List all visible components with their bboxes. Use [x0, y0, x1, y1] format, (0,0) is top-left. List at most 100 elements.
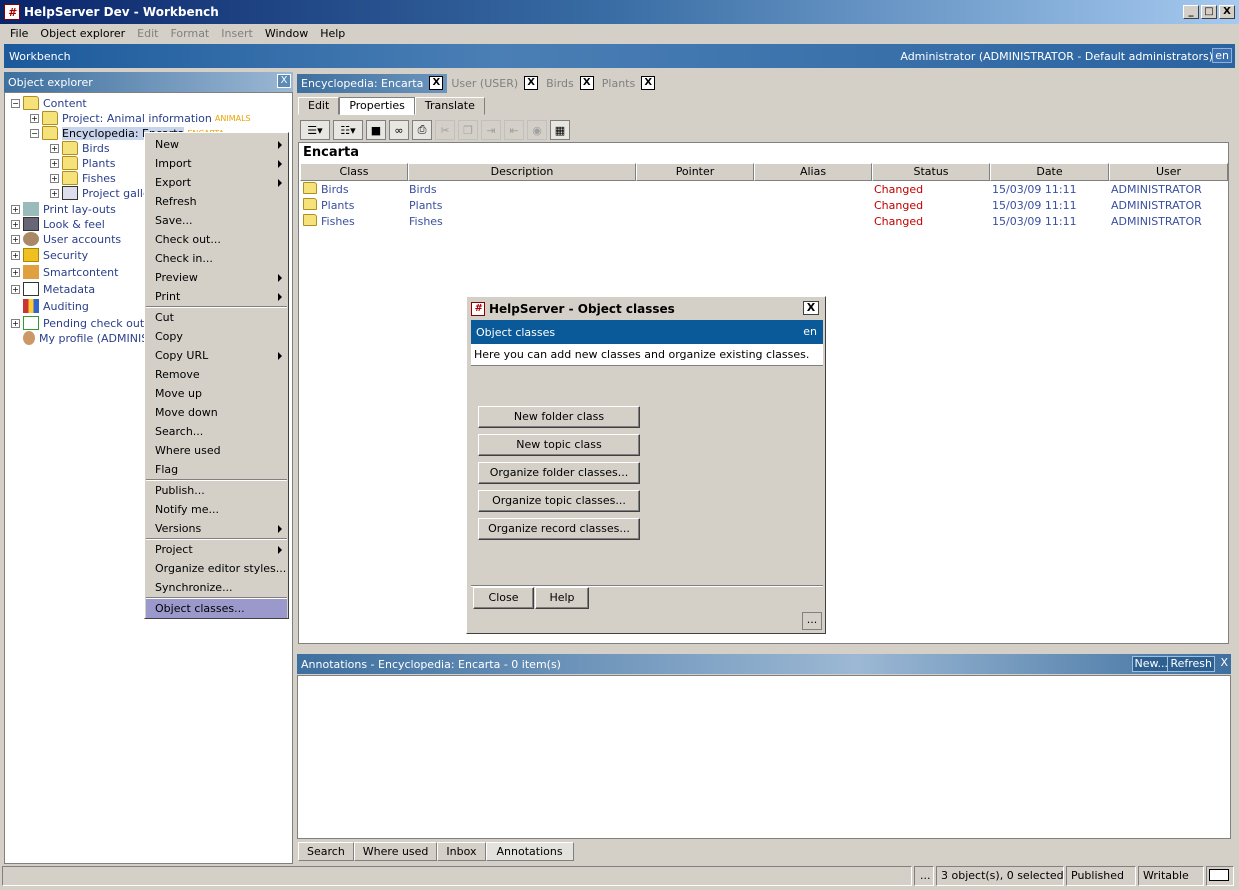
- tree-item-fishes[interactable]: + Fishes: [50, 171, 116, 185]
- menu-item-copy-url[interactable]: Copy URL: [146, 346, 287, 365]
- tree-item-project[interactable]: + Project: Animal information ANIMALS: [30, 111, 251, 125]
- tab-annotations[interactable]: Annotations: [485, 842, 574, 861]
- close-explorer-button[interactable]: X: [277, 74, 291, 88]
- menu-item-synchronize[interactable]: Synchronize...: [146, 578, 287, 597]
- tab-search[interactable]: Search: [298, 842, 354, 861]
- tab-inbox[interactable]: Inbox: [437, 842, 486, 861]
- expand-icon[interactable]: +: [50, 188, 59, 198]
- menu-item-project[interactable]: Project: [146, 540, 287, 559]
- new-folder-class-button[interactable]: New folder class: [478, 406, 640, 428]
- dialog-more-button[interactable]: ...: [802, 612, 822, 630]
- annotation-refresh-button[interactable]: Refresh: [1167, 656, 1215, 672]
- expand-icon[interactable]: +: [11, 267, 20, 277]
- menu-item-preview[interactable]: Preview: [146, 268, 287, 287]
- tree-item-metadata[interactable]: + Metadata: [11, 282, 95, 296]
- tab-properties[interactable]: Properties: [339, 97, 415, 115]
- tree-item-user-accounts[interactable]: + User accounts: [11, 232, 121, 246]
- tree-item-content[interactable]: − Content: [11, 96, 87, 110]
- menu-item-new[interactable]: New: [146, 135, 287, 154]
- dialog-title-bar[interactable]: # HelpServer - Object classes X: [469, 299, 823, 319]
- expand-icon[interactable]: +: [11, 318, 20, 328]
- menu-item-check-out[interactable]: Check out...: [146, 230, 287, 249]
- menu-item-where-used[interactable]: Where used: [146, 441, 287, 460]
- window-title-bar[interactable]: # HelpServer Dev - Workbench _ □ X: [0, 0, 1239, 24]
- doc-tab-plants[interactable]: Plants X: [598, 74, 659, 93]
- col-class[interactable]: Class: [300, 163, 408, 181]
- doc-tab-encyclopedia[interactable]: Encyclopedia: Encarta X: [297, 73, 448, 93]
- tree-item-auditing[interactable]: Auditing: [23, 299, 89, 313]
- language-button[interactable]: en: [1212, 48, 1232, 63]
- expand-icon[interactable]: +: [11, 219, 20, 229]
- col-user[interactable]: User: [1109, 163, 1228, 181]
- doc-tab-birds[interactable]: Birds X: [542, 74, 598, 93]
- menu-item-refresh[interactable]: Refresh: [146, 192, 287, 211]
- grid-icon[interactable]: ▦: [550, 120, 570, 140]
- expand-icon[interactable]: +: [50, 143, 59, 153]
- new-item-dropdown-icon[interactable]: ☰▾: [300, 120, 330, 140]
- maximize-button[interactable]: □: [1201, 5, 1217, 19]
- menu-item-publish[interactable]: Publish...: [146, 481, 287, 500]
- tab-edit[interactable]: Edit: [298, 97, 340, 115]
- table-row[interactable]: Birds Birds Changed 15/03/09 11:11 ADMIN…: [300, 181, 1228, 197]
- menu-object-explorer[interactable]: Object explorer: [34, 27, 131, 40]
- close-tab-icon[interactable]: X: [579, 76, 594, 90]
- menu-item-object-classes[interactable]: Object classes...: [146, 599, 287, 618]
- expand-icon[interactable]: +: [11, 284, 20, 294]
- expand-icon[interactable]: +: [50, 173, 59, 183]
- menu-window[interactable]: Window: [259, 27, 314, 40]
- close-tab-icon[interactable]: X: [524, 76, 539, 90]
- dialog-help-button[interactable]: Help: [535, 587, 589, 609]
- organize-folder-classes-button[interactable]: Organize folder classes...: [478, 462, 640, 484]
- menu-item-flag[interactable]: Flag: [146, 460, 287, 479]
- tree-item-smartcontent[interactable]: + Smartcontent: [11, 265, 118, 279]
- expand-icon[interactable]: +: [11, 250, 20, 260]
- col-status[interactable]: Status: [872, 163, 990, 181]
- tree-item-print-layouts[interactable]: + Print lay-outs: [11, 202, 116, 216]
- col-description[interactable]: Description: [408, 163, 636, 181]
- col-date[interactable]: Date: [990, 163, 1109, 181]
- tab-where-used[interactable]: Where used: [353, 842, 438, 861]
- close-tab-icon[interactable]: X: [429, 76, 444, 90]
- col-alias[interactable]: Alias: [754, 163, 872, 181]
- minimize-button[interactable]: _: [1183, 5, 1199, 19]
- status-more-button[interactable]: ...: [914, 866, 934, 886]
- menu-item-export[interactable]: Export: [146, 173, 287, 192]
- menu-help[interactable]: Help: [314, 27, 351, 40]
- table-row[interactable]: Plants Plants Changed 15/03/09 11:11 ADM…: [300, 197, 1228, 213]
- menu-item-save[interactable]: Save...: [146, 211, 287, 230]
- annotation-new-button[interactable]: New...: [1131, 656, 1171, 672]
- tree-item-pending[interactable]: + Pending check outs: [11, 316, 150, 330]
- close-window-button[interactable]: X: [1219, 5, 1235, 19]
- expand-icon[interactable]: +: [30, 113, 39, 123]
- expand-icon[interactable]: +: [50, 158, 59, 168]
- dialog-close-button[interactable]: Close: [473, 587, 534, 609]
- close-annotations-icon[interactable]: X: [1218, 656, 1230, 672]
- menu-item-cut[interactable]: Cut: [146, 308, 287, 327]
- menu-item-organize-styles[interactable]: Organize editor styles...: [146, 559, 287, 578]
- organize-topic-classes-button[interactable]: Organize topic classes...: [478, 490, 640, 512]
- menu-item-notify[interactable]: Notify me...: [146, 500, 287, 519]
- menu-item-check-in[interactable]: Check in...: [146, 249, 287, 268]
- list-dropdown-icon[interactable]: ☷▾: [333, 120, 363, 140]
- new-topic-class-button[interactable]: New topic class: [478, 434, 640, 456]
- menu-item-move-down[interactable]: Move down: [146, 403, 287, 422]
- menu-item-move-up[interactable]: Move up: [146, 384, 287, 403]
- menu-item-copy[interactable]: Copy: [146, 327, 287, 346]
- dialog-close-icon[interactable]: X: [803, 301, 819, 315]
- organize-record-classes-button[interactable]: Organize record classes...: [478, 518, 640, 540]
- tab-translate[interactable]: Translate: [414, 97, 485, 115]
- tree-item-security[interactable]: + Security: [11, 248, 88, 262]
- table-row[interactable]: Fishes Fishes Changed 15/03/09 11:11 ADM…: [300, 213, 1228, 229]
- menu-file[interactable]: File: [4, 27, 34, 40]
- glasses-icon[interactable]: ∞: [389, 120, 409, 140]
- expand-icon[interactable]: +: [11, 234, 20, 244]
- close-tab-icon[interactable]: X: [641, 76, 656, 90]
- tree-item-look-feel[interactable]: + Look & feel: [11, 217, 105, 231]
- tree-item-birds[interactable]: + Birds: [50, 141, 110, 155]
- col-pointer[interactable]: Pointer: [636, 163, 754, 181]
- menu-item-versions[interactable]: Versions: [146, 519, 287, 538]
- save-icon[interactable]: ■: [366, 120, 386, 140]
- menu-item-search[interactable]: Search...: [146, 422, 287, 441]
- collapse-icon[interactable]: −: [11, 98, 20, 108]
- expand-icon[interactable]: +: [11, 204, 20, 214]
